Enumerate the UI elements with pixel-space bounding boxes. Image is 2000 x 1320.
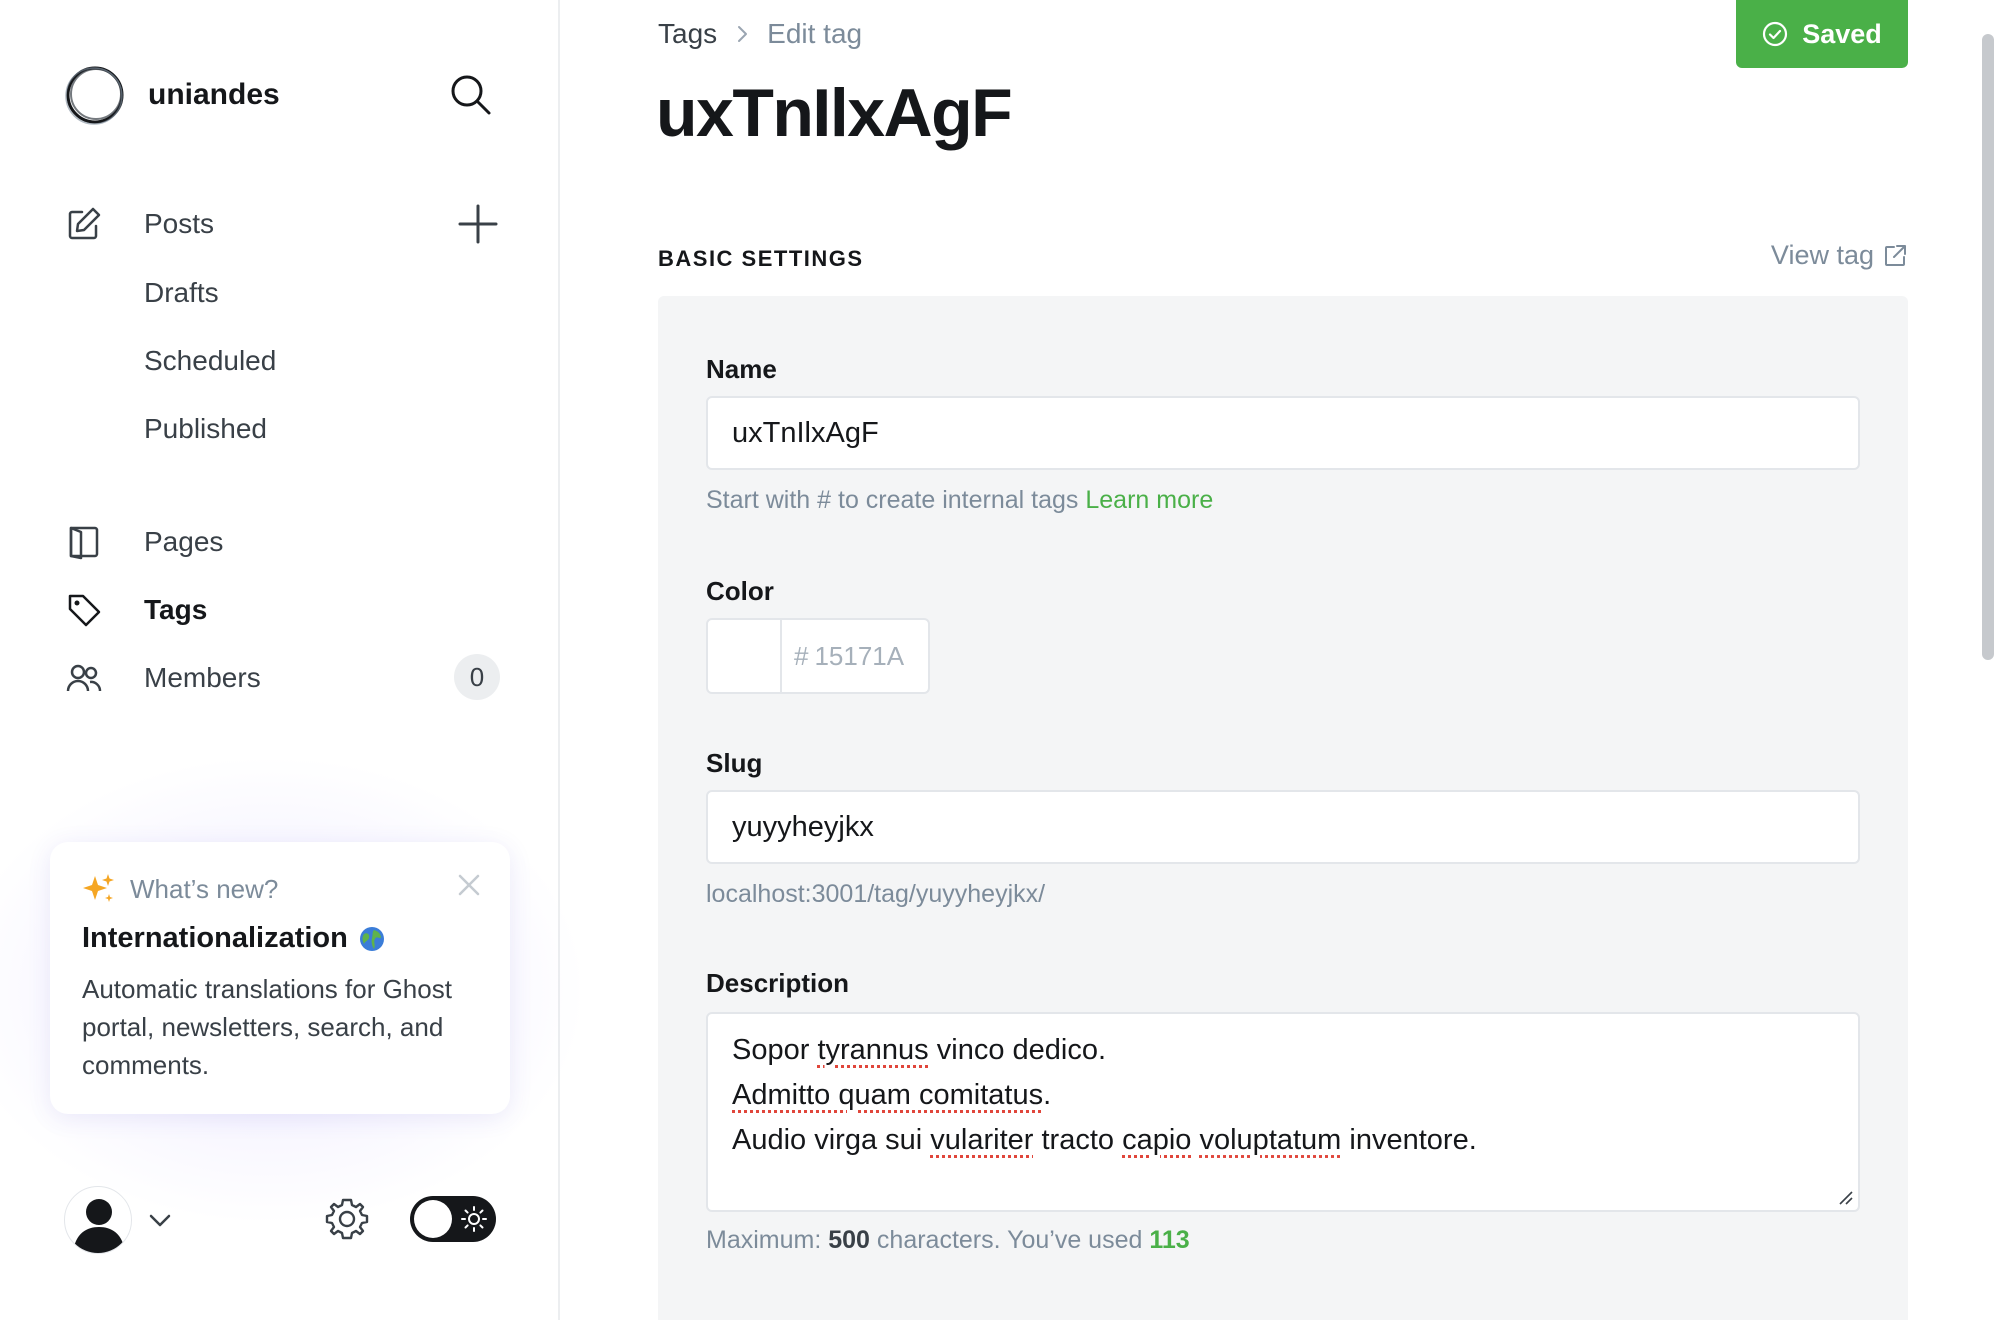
whats-new-title: Internationalization: [82, 922, 386, 955]
theme-toggle[interactable]: [410, 1196, 496, 1242]
avatar[interactable]: [64, 1186, 132, 1254]
desc-misspelled: tyrannus: [817, 1034, 929, 1066]
desc-text: vinco dedico.: [928, 1034, 1107, 1066]
sidebar-item-drafts[interactable]: Drafts: [144, 268, 219, 318]
breadcrumb: Tags Edit tag: [658, 14, 862, 54]
pages-icon: [64, 522, 104, 562]
resize-grip-icon[interactable]: [1836, 1188, 1854, 1206]
character-counter: Maximum: 500 characters. You’ve used 113: [706, 1226, 1190, 1255]
sidebar-item-pages[interactable]: Pages: [64, 514, 504, 570]
plus-icon[interactable]: [456, 202, 500, 246]
chevron-right-icon: [738, 26, 748, 42]
saved-button[interactable]: Saved: [1736, 0, 1908, 68]
view-tag-link[interactable]: View tag: [1771, 240, 1908, 271]
external-link-icon: [1885, 244, 1906, 266]
sun-icon: [461, 1206, 487, 1232]
counter-middle: characters. You’ve used: [876, 1226, 1143, 1254]
desc-misspelled: capio: [1122, 1124, 1192, 1156]
desc-text: inventore.: [1341, 1124, 1477, 1156]
sidebar-item-label: Posts: [144, 208, 215, 239]
globe-icon: [359, 926, 384, 951]
whats-new-header: What’s new?: [82, 872, 278, 906]
breadcrumb-current: Edit tag: [767, 18, 863, 49]
members-count-badge: 0: [454, 654, 500, 700]
sidebar-item-posts[interactable]: Posts: [64, 196, 504, 252]
name-label: Name: [706, 354, 777, 384]
gear-icon[interactable]: [324, 1196, 370, 1242]
check-circle-icon: [1763, 21, 1788, 47]
color-hex-placeholder: 15171A: [814, 640, 905, 671]
breadcrumb-tags-link[interactable]: Tags: [658, 18, 717, 50]
name-input[interactable]: [706, 396, 1860, 470]
color-hash-mark: #: [794, 640, 809, 671]
sidebar-item-label: Pages: [144, 526, 224, 557]
desc-text: Audio virga sui: [732, 1124, 931, 1156]
section-label: BASIC SETTINGS: [658, 246, 864, 271]
description-line: Admitto quam comitatus.: [732, 1073, 1834, 1118]
sidebar: uniandes Posts Drafts Scheduled Publishe…: [0, 0, 580, 1320]
color-label: Color: [706, 576, 774, 606]
counter-max: 500: [828, 1226, 870, 1254]
desc-misspelled: Admitto quam comitatus: [732, 1079, 1044, 1111]
slug-input[interactable]: [706, 790, 1860, 864]
avatar-icon: [73, 1199, 125, 1253]
whats-new-body: Automatic translations for Ghost portal,…: [82, 974, 452, 1080]
tag-icon: [64, 590, 104, 630]
close-icon[interactable]: [456, 872, 482, 898]
description-label: Description: [706, 968, 850, 998]
sidebar-item-tags[interactable]: Tags: [64, 582, 504, 638]
sidebar-item-published[interactable]: Published: [144, 404, 267, 454]
desc-text: .: [1043, 1079, 1052, 1111]
search-icon[interactable]: [448, 72, 494, 118]
sidebar-item-label: Members: [144, 662, 261, 693]
scrollbar[interactable]: [1970, 0, 2000, 1320]
desc-text: Sopor: [732, 1034, 818, 1066]
name-hint-text: Start with # to create internal tags: [706, 486, 1079, 514]
saved-button-label: Saved: [1802, 18, 1882, 49]
view-tag-label: View tag: [1770, 240, 1874, 270]
description-line: Audio virga sui vulariter tracto capio v…: [732, 1118, 1834, 1163]
sparkle-icon: [83, 874, 114, 902]
counter-prefix: Maximum:: [706, 1226, 822, 1254]
whats-new-title-text: Internationalization: [82, 922, 348, 954]
sidebar-item-scheduled[interactable]: Scheduled: [144, 336, 276, 386]
scrollbar-thumb[interactable]: [1982, 34, 1994, 660]
chevron-down-icon[interactable]: [146, 1206, 174, 1234]
brand[interactable]: uniandes: [64, 62, 280, 128]
desc-text: tracto: [1033, 1124, 1123, 1156]
members-icon: [64, 658, 104, 698]
description-line: Sopor tyrannus vinco dedico.: [732, 1028, 1834, 1073]
slug-url: localhost:3001/tag/yuyyheyjkx/: [706, 880, 1046, 908]
whats-new-kicker: What’s new?: [130, 873, 279, 904]
color-swatch[interactable]: [708, 620, 782, 692]
desc-misspelled: voluptatum: [1199, 1124, 1342, 1156]
color-hex-input[interactable]: # 15171A: [782, 620, 904, 692]
desc-misspelled: vulariter: [930, 1124, 1034, 1156]
color-field[interactable]: # 15171A: [706, 618, 930, 694]
page-title: uxTnIlxAgF: [656, 75, 1013, 151]
counter-used: 113: [1149, 1226, 1190, 1254]
sidebar-item-members[interactable]: Members 0: [64, 650, 504, 706]
whats-new-card[interactable]: What’s new? Internationalization Automat…: [50, 842, 510, 1114]
learn-more-link[interactable]: Learn more: [1085, 486, 1213, 514]
site-name: uniandes: [148, 78, 280, 111]
brand-logo-icon: [65, 66, 124, 125]
name-hint: Start with # to create internal tags Lea…: [706, 486, 1213, 515]
slug-label: Slug: [706, 748, 763, 778]
sidebar-item-label: Tags: [144, 594, 208, 625]
pencil-icon: [64, 204, 104, 244]
toggle-knob: [414, 1200, 452, 1238]
description-textarea[interactable]: Sopor tyrannus vinco dedico. Admitto qua…: [706, 1012, 1860, 1212]
